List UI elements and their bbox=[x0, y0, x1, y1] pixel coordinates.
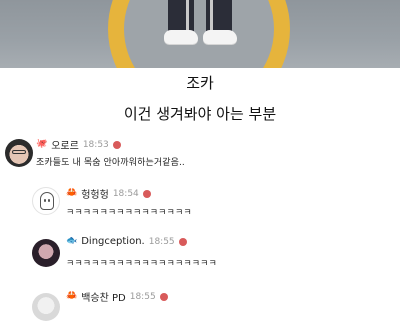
avatar[interactable] bbox=[32, 293, 60, 321]
comment-meta: 🦀 백승찬 PD 18:55 bbox=[66, 289, 168, 304]
yellow-ring-marking bbox=[108, 0, 290, 68]
report-dot-icon[interactable] bbox=[159, 292, 168, 301]
comment-text: ㅋㅋㅋㅋㅋㅋㅋㅋㅋㅋㅋㅋㅋㅋㅋ bbox=[66, 208, 192, 218]
avatar[interactable] bbox=[5, 139, 33, 167]
caption-sub: 이건 생겨봐야 아는 부분 bbox=[123, 105, 277, 123]
avatar[interactable] bbox=[32, 239, 60, 267]
report-dot-icon[interactable] bbox=[112, 140, 121, 149]
right-sneaker bbox=[203, 30, 237, 44]
report-dot-icon[interactable] bbox=[178, 237, 187, 246]
comments-list: 🐙 오로르 18:53 조카들도 내 목숨 안아까워하는거같음.. 🦀 헝헝헝 … bbox=[0, 130, 400, 321]
glasses-icon bbox=[12, 150, 26, 154]
comment-author[interactable]: 헝헝헝 bbox=[81, 186, 109, 201]
left-sneaker bbox=[164, 30, 198, 44]
fish-badge-icon: 🐟 bbox=[66, 236, 78, 246]
comment-meta: 🐟 Dingception. 18:55 bbox=[66, 236, 187, 247]
report-dot-icon[interactable] bbox=[142, 189, 151, 198]
comment-time: 18:54 bbox=[112, 188, 139, 199]
post-photo bbox=[0, 0, 400, 68]
comment-author[interactable]: Dingception. bbox=[81, 236, 145, 247]
comment-time: 18:53 bbox=[82, 139, 109, 150]
comment-time: 18:55 bbox=[129, 291, 156, 302]
comment-time: 18:55 bbox=[148, 236, 175, 247]
comment-meta: 🐙 오로르 18:53 bbox=[36, 137, 121, 152]
ghost-icon bbox=[40, 192, 54, 210]
comment-author[interactable]: 백승찬 PD bbox=[81, 289, 126, 304]
avatar[interactable] bbox=[32, 187, 60, 215]
comment-text: ㅋㅋㅋㅋㅋㅋㅋㅋㅋㅋㅋㅋㅋㅋㅋㅋㅋㅋ bbox=[66, 259, 217, 269]
comment-author[interactable]: 오로르 bbox=[51, 137, 79, 152]
octopus-badge-icon: 🐙 bbox=[36, 139, 48, 149]
comment-text: 조카들도 내 목숨 안아까워하는거같음.. bbox=[36, 158, 185, 168]
caption-main: 조카 bbox=[186, 74, 214, 92]
crab-badge-icon: 🦀 bbox=[66, 188, 78, 198]
comment-meta: 🦀 헝헝헝 18:54 bbox=[66, 186, 151, 201]
